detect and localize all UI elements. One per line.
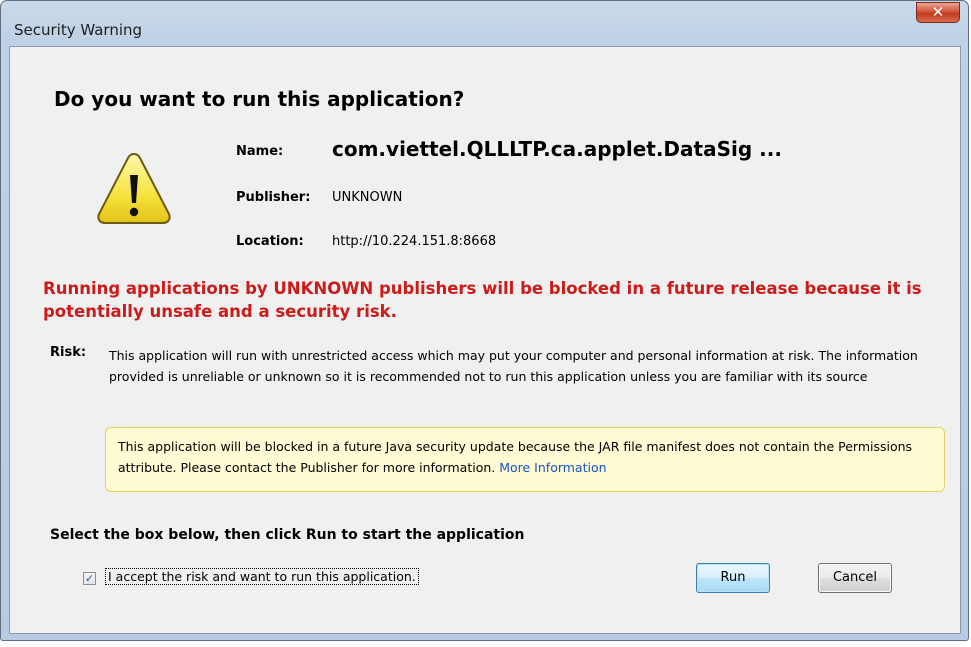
- accept-risk-label[interactable]: I accept the risk and want to run this a…: [105, 568, 419, 585]
- check-icon: ✓: [84, 572, 95, 585]
- run-button[interactable]: Run: [696, 563, 770, 593]
- close-button[interactable]: ✕: [916, 2, 960, 23]
- publisher-label: Publisher:: [236, 190, 311, 205]
- location-value: http://10.224.151.8:8668: [332, 234, 497, 249]
- warning-icon: [97, 152, 171, 224]
- accept-risk-checkbox[interactable]: ✓: [83, 572, 96, 585]
- instruction-heading: Select the box below, then click Run to …: [50, 527, 525, 543]
- security-warning-dialog: Security Warning ✕ Do you want to run th…: [0, 0, 969, 641]
- more-information-link[interactable]: More Information: [499, 460, 606, 475]
- name-label: Name:: [236, 144, 284, 159]
- title-bar[interactable]: Security Warning ✕: [1, 1, 968, 41]
- name-value: com.viettel.QLLLTP.ca.applet.DataSig ...: [332, 137, 782, 161]
- risk-description: This application will run with unrestric…: [109, 348, 918, 384]
- dialog-heading: Do you want to run this application?: [54, 87, 465, 111]
- window-title: Security Warning: [14, 21, 143, 39]
- risk-label: Risk:: [50, 345, 87, 360]
- dialog-content: Do you want to run this application? Nam…: [9, 46, 961, 634]
- unknown-publisher-warning: Running applications by UNKNOWN publishe…: [43, 279, 922, 321]
- publisher-value: UNKNOWN: [332, 190, 403, 205]
- location-label: Location:: [236, 234, 304, 249]
- java-update-notice: This application will be blocked in a fu…: [105, 427, 945, 492]
- cancel-button[interactable]: Cancel: [818, 563, 892, 593]
- close-icon: ✕: [931, 3, 945, 21]
